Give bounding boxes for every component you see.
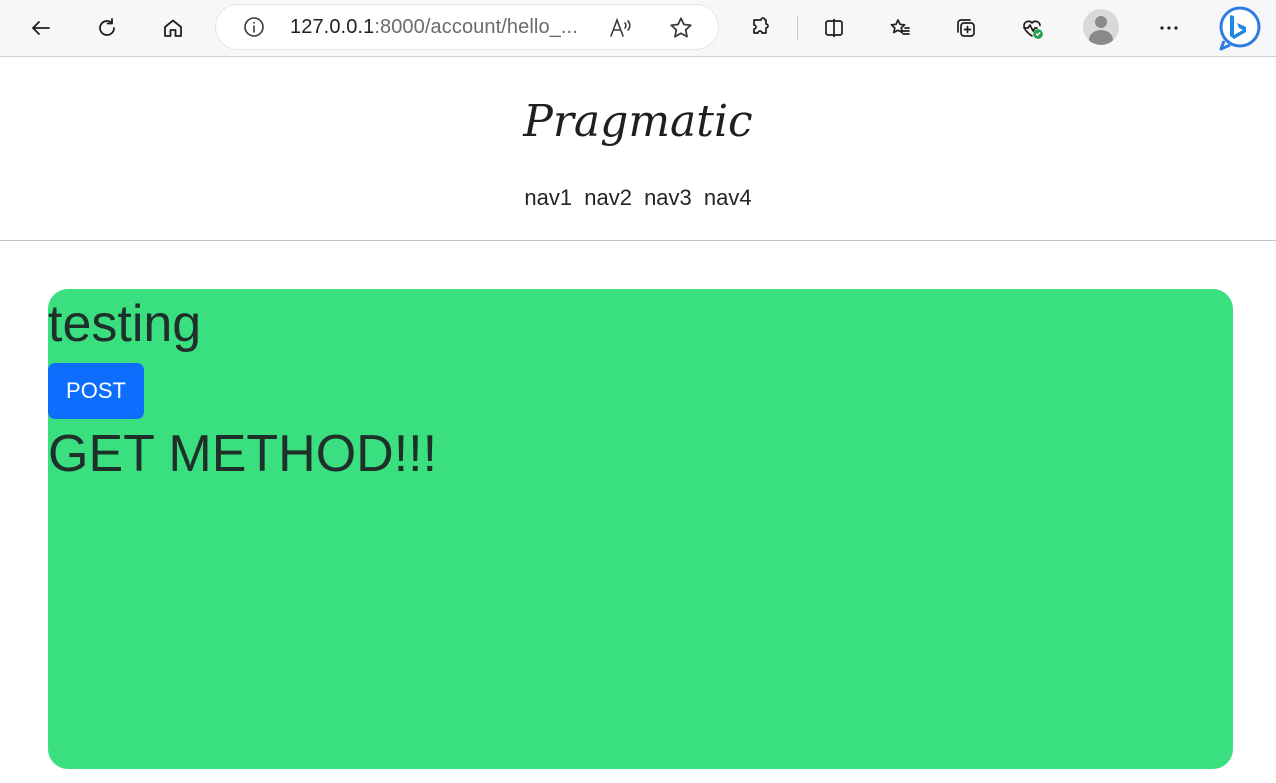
content-card: testing POST GET METHOD!!! — [48, 289, 1233, 769]
bing-icon[interactable] — [1216, 5, 1264, 53]
read-aloud-icon[interactable] — [608, 15, 634, 41]
toolbar-separator — [797, 16, 798, 40]
card-title: testing — [48, 295, 202, 353]
site-title: Pragmatic — [523, 96, 753, 147]
nav-item-3[interactable]: nav3 — [644, 185, 692, 210]
url-text[interactable]: 127.0.0.1:8000/account/hello_... — [290, 16, 578, 39]
header-divider — [0, 240, 1276, 241]
browser-essentials-icon[interactable] — [1013, 9, 1051, 47]
nav-bar: nav1 nav2 nav3 nav4 — [0, 185, 1276, 211]
nav-item-1[interactable]: nav1 — [524, 185, 572, 210]
nav-item-2[interactable]: nav2 — [584, 185, 632, 210]
collections-icon[interactable] — [947, 9, 985, 47]
back-icon[interactable] — [22, 9, 60, 47]
address-bar[interactable]: 127.0.0.1:8000/account/hello_... — [216, 5, 718, 49]
result-text: GET METHOD!!! — [48, 425, 438, 483]
extensions-icon[interactable] — [742, 9, 780, 47]
profile-avatar[interactable] — [1083, 9, 1119, 45]
refresh-icon[interactable] — [88, 9, 126, 47]
split-screen-icon[interactable] — [815, 9, 853, 47]
more-icon[interactable] — [1150, 9, 1188, 47]
browser-toolbar: 127.0.0.1:8000/account/hello_... — [0, 0, 1276, 57]
info-icon[interactable] — [242, 15, 266, 39]
favorite-star-icon[interactable] — [668, 15, 694, 41]
post-button[interactable]: POST — [48, 363, 144, 419]
nav-item-4[interactable]: nav4 — [704, 185, 752, 210]
favorites-icon[interactable] — [881, 9, 919, 47]
home-icon[interactable] — [154, 9, 192, 47]
